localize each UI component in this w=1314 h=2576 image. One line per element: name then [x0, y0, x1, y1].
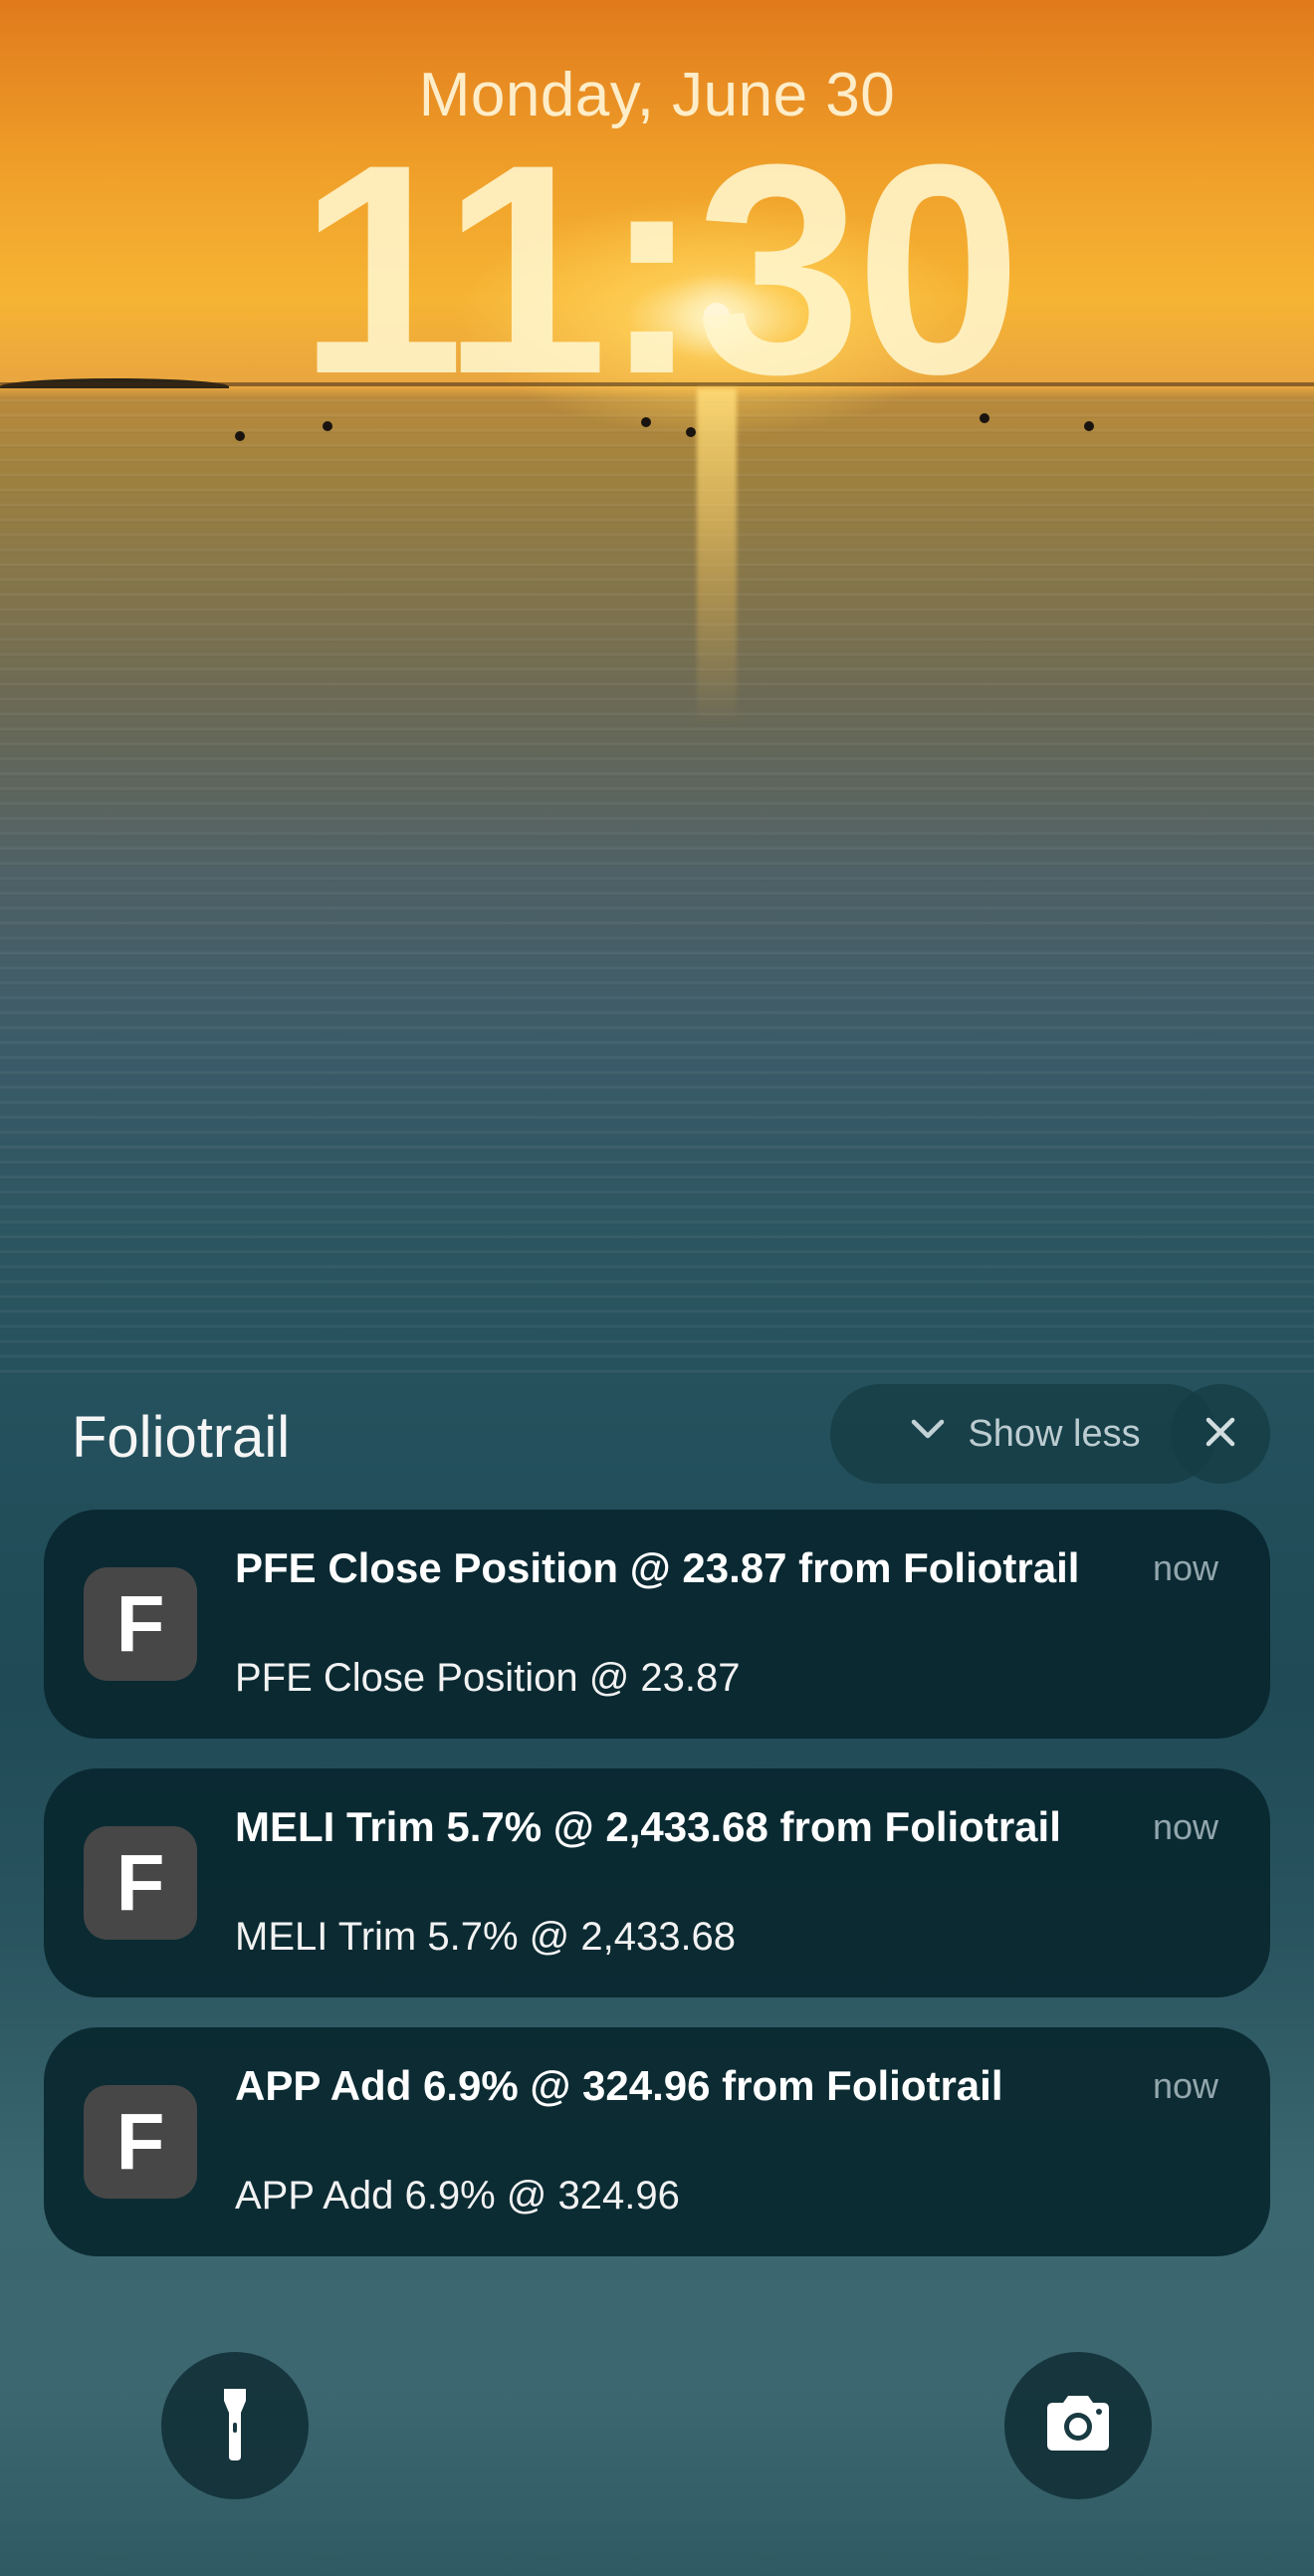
- notification-time: now: [1152, 1806, 1218, 1847]
- lock-screen-clock: 11:30: [298, 102, 1022, 436]
- flashlight-button[interactable]: [161, 2352, 309, 2499]
- clear-notifications-button[interactable]: [1171, 1384, 1270, 1484]
- wallpaper-water: [0, 388, 1314, 1384]
- foliotrail-app-icon: F: [84, 1826, 197, 1940]
- notification-time: now: [1152, 1547, 1218, 1588]
- foliotrail-app-icon: F: [84, 1567, 197, 1681]
- notification-body: MELI Trim 5.7% @ 2,433.68: [235, 1915, 737, 1959]
- show-less-label: Show less: [968, 1412, 1141, 1455]
- notification-body: APP Add 6.9% @ 324.96: [235, 2174, 680, 2218]
- wallpaper-sun-reflection: [697, 388, 737, 727]
- camera-icon: [1033, 2379, 1123, 2473]
- notification-body: PFE Close Position @ 23.87: [235, 1656, 741, 1700]
- notification-time: now: [1152, 2065, 1218, 2106]
- close-icon: [1201, 1412, 1240, 1457]
- notification-card[interactable]: F MELI Trim 5.7% @ 2,433.68 from Foliotr…: [44, 1768, 1270, 1997]
- notification-title: PFE Close Position @ 23.87 from Foliotra…: [235, 1544, 1080, 1591]
- flashlight-icon: [190, 2379, 280, 2473]
- notification-title: APP Add 6.9% @ 324.96 from Foliotrail: [235, 2062, 1003, 2109]
- foliotrail-app-icon: F: [84, 2085, 197, 2199]
- notification-group-header: Foliotrail Show less: [72, 1384, 1276, 1484]
- camera-button[interactable]: [1004, 2352, 1152, 2499]
- show-less-button[interactable]: Show less: [830, 1384, 1216, 1484]
- notification-title: MELI Trim 5.7% @ 2,433.68 from Foliotrai…: [235, 1803, 1061, 1850]
- wallpaper-buoy: [235, 431, 245, 441]
- chevron-down-icon: [906, 1407, 950, 1461]
- notification-group-title: Foliotrail: [72, 1405, 291, 1470]
- wallpaper-buoy: [1084, 421, 1094, 431]
- notification-card[interactable]: F APP Add 6.9% @ 324.96 from Foliotrail …: [44, 2027, 1270, 2256]
- notification-card[interactable]: F PFE Close Position @ 23.87 from Foliot…: [44, 1510, 1270, 1739]
